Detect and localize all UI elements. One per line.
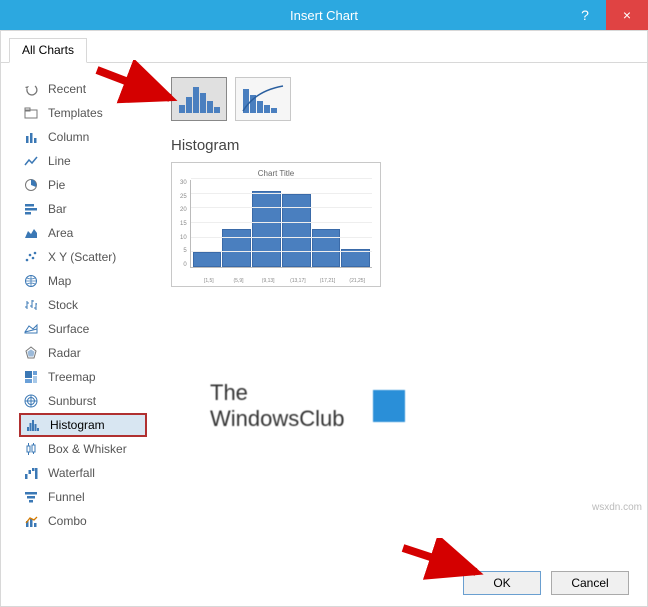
- help-button[interactable]: ?: [564, 0, 606, 30]
- watermark-logo: [373, 390, 405, 422]
- sidebar-item-label: Sunburst: [48, 394, 96, 408]
- box-icon: [23, 441, 39, 457]
- sunburst-icon: [23, 393, 39, 409]
- subtype-histogram[interactable]: [171, 77, 227, 121]
- bar: [222, 229, 251, 267]
- sidebar-item-label: Area: [48, 226, 73, 240]
- sidebar-item-radar[interactable]: Radar: [19, 341, 147, 365]
- dialog-body: All Charts Recent Templates Column Line Pie B…: [0, 30, 648, 607]
- sidebar-item-sunburst[interactable]: Sunburst: [19, 389, 147, 413]
- chart-preview[interactable]: Chart Title 302520151050 [1,5](5,9](9,13…: [171, 162, 381, 287]
- stock-icon: [23, 297, 39, 313]
- sidebar-item-label: Recent: [48, 82, 86, 96]
- sidebar-item-area[interactable]: Area: [19, 221, 147, 245]
- folder-icon: [23, 105, 39, 121]
- watermark: The WindowsClub: [210, 380, 405, 432]
- scatter-icon: [23, 249, 39, 265]
- bar: [282, 194, 311, 267]
- sidebar-item-box-whisker[interactable]: Box & Whisker: [19, 437, 147, 461]
- subtype-pareto[interactable]: [235, 77, 291, 121]
- treemap-icon: [23, 369, 39, 385]
- sidebar-item-label: Map: [48, 274, 71, 288]
- sidebar-item-map[interactable]: Map: [19, 269, 147, 293]
- sidebar-item-label: Treemap: [48, 370, 96, 384]
- surface-icon: [23, 321, 39, 337]
- sidebar-item-treemap[interactable]: Treemap: [19, 365, 147, 389]
- dialog-footer: OK Cancel: [1, 560, 647, 606]
- window-title: Insert Chart: [290, 8, 358, 23]
- sidebar-item-label: Bar: [48, 202, 67, 216]
- sidebar-item-label: Column: [48, 130, 89, 144]
- undo-icon: [23, 81, 39, 97]
- tab-all-charts[interactable]: All Charts: [9, 38, 87, 63]
- window-controls: ? ×: [564, 0, 648, 30]
- histogram-icon: [25, 417, 41, 433]
- pareto-icon: [241, 83, 285, 115]
- content: Recent Templates Column Line Pie Bar Area X Y (…: [1, 63, 647, 560]
- sidebar-item-label: X Y (Scatter): [48, 250, 116, 264]
- sidebar-item-label: Box & Whisker: [48, 442, 127, 456]
- bar: [252, 191, 281, 267]
- chart-category-list: Recent Templates Column Line Pie Bar Area X Y (…: [1, 63, 153, 560]
- x-axis: [1,5](5,9](9,13](13,17](17,21](21,25]: [180, 278, 372, 284]
- sidebar-item-label: Histogram: [50, 418, 105, 432]
- pie-icon: [23, 177, 39, 193]
- y-axis: 302520151050: [180, 180, 190, 268]
- ok-button[interactable]: OK: [463, 571, 541, 595]
- sidebar-item-histogram[interactable]: Histogram: [19, 413, 147, 437]
- combo-icon: [23, 513, 39, 529]
- sidebar-item-surface[interactable]: Surface: [19, 317, 147, 341]
- sidebar-item-stock[interactable]: Stock: [19, 293, 147, 317]
- bar-icon: [23, 201, 39, 217]
- chart-area: 302520151050: [180, 180, 372, 276]
- plot-area: [190, 180, 372, 268]
- area-icon: [23, 225, 39, 241]
- sidebar-item-label: Waterfall: [48, 466, 95, 480]
- preview-title: Chart Title: [180, 169, 372, 178]
- tabstrip: All Charts: [1, 31, 647, 63]
- sidebar-item-combo[interactable]: Combo: [19, 509, 147, 533]
- sidebar-item-column[interactable]: Column: [19, 125, 147, 149]
- sidebar-item-label: Funnel: [48, 490, 85, 504]
- sidebar-item-label: Pie: [48, 178, 65, 192]
- close-button[interactable]: ×: [606, 0, 648, 30]
- bar: [193, 252, 222, 267]
- histogram-icon: [177, 83, 221, 115]
- sidebar-item-label: Combo: [48, 514, 87, 528]
- titlebar: Insert Chart ? ×: [0, 0, 648, 30]
- attribution: wsxdn.com: [592, 502, 642, 513]
- sidebar-item-x-y-scatter-[interactable]: X Y (Scatter): [19, 245, 147, 269]
- line-icon: [23, 153, 39, 169]
- chart-preview-pane: Histogram Chart Title 302520151050 [1,5]…: [153, 63, 647, 560]
- sidebar-item-templates[interactable]: Templates: [19, 101, 147, 125]
- radar-icon: [23, 345, 39, 361]
- column-icon: [23, 129, 39, 145]
- sidebar-item-label: Line: [48, 154, 71, 168]
- sidebar-item-label: Radar: [48, 346, 81, 360]
- sidebar-item-label: Stock: [48, 298, 78, 312]
- sidebar-item-label: Surface: [48, 322, 89, 336]
- map-icon: [23, 273, 39, 289]
- bar: [312, 229, 341, 267]
- sidebar-item-bar[interactable]: Bar: [19, 197, 147, 221]
- funnel-icon: [23, 489, 39, 505]
- sidebar-item-funnel[interactable]: Funnel: [19, 485, 147, 509]
- chart-type-name: Histogram: [171, 137, 629, 154]
- watermark-text: The WindowsClub: [210, 380, 345, 432]
- cancel-button[interactable]: Cancel: [551, 571, 629, 595]
- waterfall-icon: [23, 465, 39, 481]
- sidebar-item-pie[interactable]: Pie: [19, 173, 147, 197]
- sidebar-item-waterfall[interactable]: Waterfall: [19, 461, 147, 485]
- sidebar-item-label: Templates: [48, 106, 103, 120]
- sidebar-item-line[interactable]: Line: [19, 149, 147, 173]
- sidebar-item-recent[interactable]: Recent: [19, 77, 147, 101]
- subtype-row: [171, 77, 629, 121]
